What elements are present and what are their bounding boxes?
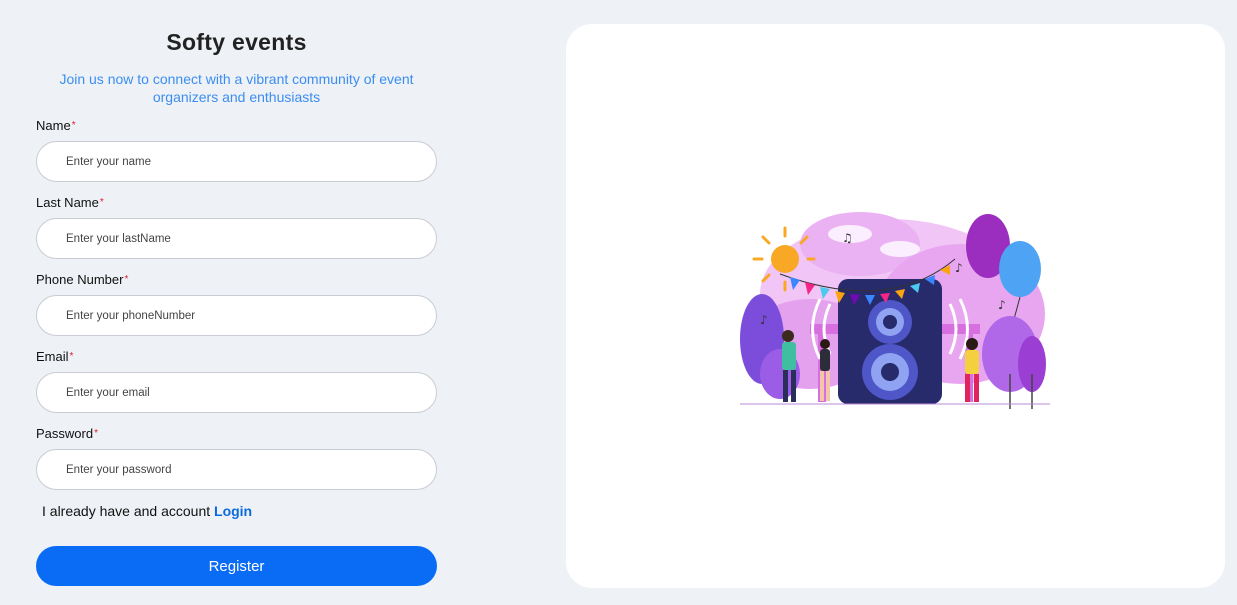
required-mark: *: [71, 120, 76, 131]
phone-input[interactable]: [36, 295, 437, 336]
illustration-panel: ♫ ♪ ♪ ♪: [566, 24, 1225, 588]
name-field-group: Name*: [36, 118, 437, 182]
password-input[interactable]: [36, 449, 437, 490]
required-mark: *: [69, 351, 74, 362]
required-mark: *: [99, 197, 104, 208]
login-link[interactable]: Login: [214, 503, 252, 519]
svg-text:♫: ♫: [842, 231, 853, 245]
svg-text:♪: ♪: [998, 298, 1006, 312]
phone-label: Phone Number*: [36, 272, 129, 287]
login-prompt-text: I already have and account: [42, 503, 211, 519]
register-form: Softy events Join us now to connect with…: [36, 0, 437, 586]
page-subtitle: Join us now to connect with a vibrant co…: [59, 71, 414, 105]
email-field-group: Email*: [36, 349, 437, 413]
register-button[interactable]: Register: [36, 546, 437, 586]
login-prompt-row: I already have and account Login: [42, 503, 252, 519]
last-name-field-group: Last Name*: [36, 195, 437, 259]
name-label: Name*: [36, 118, 76, 133]
name-input[interactable]: [36, 141, 437, 182]
last-name-label: Last Name*: [36, 195, 104, 210]
email-input[interactable]: [36, 372, 437, 413]
email-label: Email*: [36, 349, 74, 364]
password-field-group: Password*: [36, 426, 437, 490]
last-name-input[interactable]: [36, 218, 437, 259]
required-mark: *: [94, 428, 98, 439]
password-label: Password*: [36, 426, 98, 441]
page-title: Softy events: [166, 29, 307, 55]
phone-field-group: Phone Number*: [36, 272, 437, 336]
party-speaker-illustration-icon: ♫ ♪ ♪ ♪: [740, 212, 1050, 409]
svg-text:♪: ♪: [955, 261, 963, 275]
required-mark: *: [124, 274, 129, 285]
svg-text:♪: ♪: [760, 313, 768, 327]
